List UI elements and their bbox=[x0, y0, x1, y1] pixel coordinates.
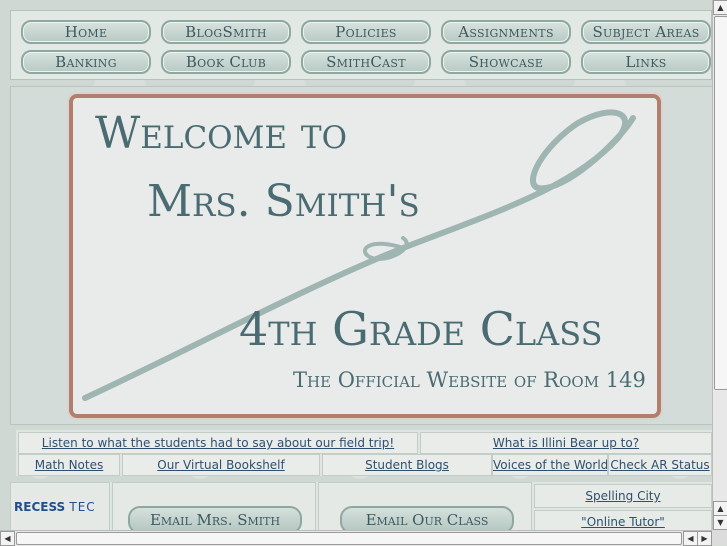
logo-tec-text: TEC bbox=[69, 500, 96, 514]
scroll-right-icon[interactable]: ▶ bbox=[697, 531, 712, 546]
page: Home BlogSmith Policies Assignments Subj… bbox=[0, 0, 712, 530]
field-trip-link[interactable]: Listen to what the students had to say a… bbox=[18, 432, 418, 454]
recess-tec-logo[interactable]: RECESS TEC bbox=[14, 500, 96, 514]
scroll-up-icon[interactable]: ▲ bbox=[713, 0, 727, 15]
nav-assignments-button[interactable]: Assignments bbox=[441, 20, 571, 44]
banner-teacher-text: Mrs. Smith's bbox=[147, 176, 420, 227]
nav-links-button[interactable]: Links bbox=[581, 50, 711, 74]
banner-welcome-text: Welcome to bbox=[95, 108, 348, 159]
logo-recess-text: RECESS bbox=[14, 500, 66, 514]
nav-showcase-button[interactable]: Showcase bbox=[441, 50, 571, 74]
banner-subtitle-text: The Official Website of Room 149 bbox=[293, 368, 646, 392]
welcome-banner: Welcome to Mrs. Smith's 4th Grade Class … bbox=[69, 94, 661, 418]
nav-policies-button[interactable]: Policies bbox=[301, 20, 431, 44]
voices-of-the-world-link[interactable]: Voices of the World bbox=[492, 454, 608, 476]
banner-class-text: 4th Grade Class bbox=[239, 302, 603, 356]
scroll-down-icon[interactable]: ▼ bbox=[713, 515, 727, 530]
banner-area: Welcome to Mrs. Smith's 4th Grade Class … bbox=[10, 86, 712, 425]
math-notes-link[interactable]: Math Notes bbox=[18, 454, 120, 476]
online-tutor-link[interactable]: "Online Tutor" bbox=[534, 510, 712, 530]
nav-smithcast-button[interactable]: SmithCast bbox=[301, 50, 431, 74]
nav-blogsmith-button[interactable]: BlogSmith bbox=[161, 20, 291, 44]
virtual-bookshelf-link[interactable]: Our Virtual Bookshelf bbox=[122, 454, 320, 476]
email-teacher-button[interactable]: Email Mrs. Smith bbox=[128, 506, 302, 530]
check-ar-status-link[interactable]: Check AR Status bbox=[608, 454, 712, 476]
scroll-left-small-icon[interactable]: ◀ bbox=[683, 531, 698, 546]
horizontal-scrollbar[interactable]: ◀ ◀ ▶ bbox=[0, 530, 712, 546]
nav-home-button[interactable]: Home bbox=[21, 20, 151, 44]
vertical-scroll-thumb[interactable] bbox=[714, 16, 727, 390]
illini-bear-link[interactable]: What is Illini Bear up to? bbox=[420, 432, 712, 454]
spelling-city-link[interactable]: Spelling City bbox=[534, 484, 712, 508]
scrollbar-corner bbox=[712, 530, 727, 545]
scroll-left-icon[interactable]: ◀ bbox=[0, 531, 15, 546]
nav-subject-areas-button[interactable]: Subject Areas bbox=[581, 20, 711, 44]
scroll-up-small-icon[interactable]: ▲ bbox=[713, 501, 727, 516]
nav-book-club-button[interactable]: Book Club bbox=[161, 50, 291, 74]
horizontal-scroll-thumb[interactable] bbox=[16, 532, 682, 545]
nav-banking-button[interactable]: Banking bbox=[21, 50, 151, 74]
email-class-button[interactable]: Email Our Class bbox=[340, 506, 514, 530]
main-navigation: Home BlogSmith Policies Assignments Subj… bbox=[10, 10, 712, 80]
vertical-scrollbar[interactable]: ▲ ▲ ▼ bbox=[712, 0, 727, 530]
student-blogs-link[interactable]: Student Blogs bbox=[322, 454, 492, 476]
bottom-panel: RECESS TEC Email Mrs. Smith Email Our Cl… bbox=[10, 482, 712, 530]
quick-links: Listen to what the students had to say a… bbox=[16, 430, 712, 476]
